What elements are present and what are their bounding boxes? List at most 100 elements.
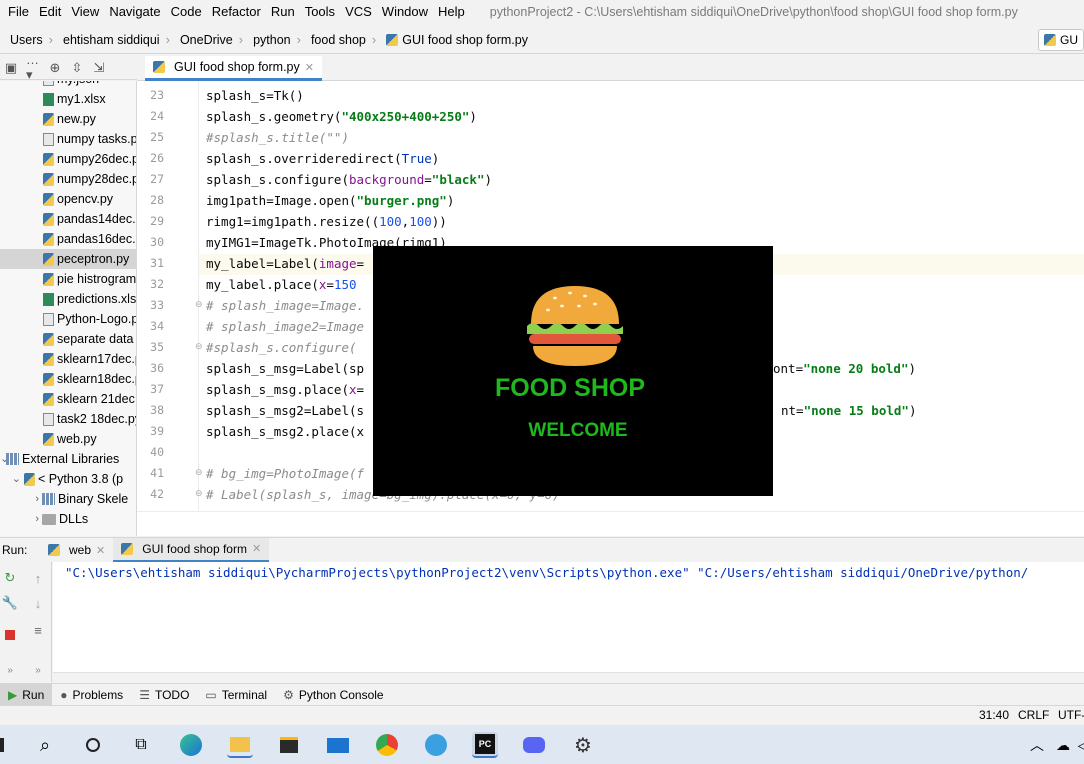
edge-browser-icon[interactable] [178, 732, 204, 758]
problems-tool-button[interactable]: ● Problems [52, 684, 131, 706]
close-icon[interactable]: ✕ [252, 542, 261, 555]
tree-item[interactable]: sklearn17dec.py [0, 349, 136, 369]
breadcrumb-item[interactable]: GUI food shop form.py [376, 33, 528, 47]
line-number: 36 [150, 361, 164, 375]
menu-file[interactable]: File [3, 0, 34, 24]
breadcrumb-item[interactable]: Users › [0, 32, 53, 47]
menu-run[interactable]: Run [266, 0, 300, 24]
tree-item[interactable]: numpy26dec.py [0, 149, 136, 169]
down-arrow-icon[interactable]: ↓ [30, 595, 46, 611]
rerun-icon[interactable]: ↻ [2, 570, 18, 586]
task-view-icon[interactable]: ⧉ [128, 732, 154, 758]
tree-item[interactable]: web.py [0, 429, 97, 449]
breadcrumb-item[interactable]: ehtisham siddiqui › [53, 32, 170, 47]
tree-item[interactable]: peceptron.py [0, 249, 136, 269]
run-console[interactable]: "C:\Users\ehtisham siddiqui\PycharmProje… [53, 562, 1084, 672]
tree-item[interactable]: predictions.xlsx [0, 289, 136, 309]
discord-icon[interactable] [521, 732, 547, 758]
todo-tool-button[interactable]: ☰ TODO [131, 684, 197, 706]
fold-icon[interactable]: ⊖ [195, 341, 203, 352]
breadcrumb-item[interactable]: python › [243, 32, 301, 47]
caret-position[interactable]: 31:40 [979, 708, 1009, 722]
tree-item[interactable]: Python-Logo.p [0, 309, 136, 329]
collapse-all-icon[interactable]: ⇲ [92, 60, 106, 75]
line-number-gutter: 23 24 25 26 27 28 29 30 31 32 33 34 35 36 37 38 39 40 41 42… [137, 81, 203, 511]
tree-item[interactable]: my1.xlsx [0, 89, 106, 109]
menu-window[interactable]: Window [377, 0, 433, 24]
view-mode-dropdown-icon[interactable]: …▾ [26, 52, 40, 82]
tree-item[interactable]: separate data u [0, 329, 136, 349]
menu-tools[interactable]: Tools [300, 0, 340, 24]
tree-item[interactable]: pandas14dec.py [0, 209, 136, 229]
tree-item[interactable]: ⌄ < Python 3.8 (p [0, 469, 123, 489]
more-icon[interactable]: » [30, 662, 46, 678]
fold-icon[interactable]: ⊖ [195, 488, 203, 499]
project-view-icon[interactable]: ▣ [4, 60, 18, 75]
line-separator[interactable]: CRLF [1018, 708, 1049, 722]
settings-gear-icon[interactable]: ⚙ [570, 732, 596, 758]
menu-refactor[interactable]: Refactor [207, 0, 266, 24]
terminal-tool-button[interactable]: ▭ Terminal [197, 684, 275, 706]
wrench-icon[interactable]: 🔧 [2, 595, 18, 611]
tree-item[interactable]: numpy tasks.py [0, 129, 137, 149]
code-line: splash_s_msg.place(x= [206, 382, 365, 397]
breadcrumb-item[interactable]: food shop › [301, 32, 376, 47]
browser-icon[interactable] [423, 732, 449, 758]
close-icon[interactable]: ✕ [96, 544, 105, 557]
tree-item[interactable]: task2 18dec.py [0, 409, 136, 429]
python-console-tool-button[interactable]: ⚙ Python Console [275, 684, 392, 706]
line-number: 42 [150, 487, 164, 501]
file-explorer-icon[interactable] [227, 732, 253, 758]
close-icon[interactable]: ✕ [305, 61, 314, 74]
expand-all-icon[interactable]: ⇳ [70, 60, 84, 75]
up-arrow-icon[interactable]: ↑ [30, 570, 46, 586]
run-tab-gui-food-shop-form[interactable]: GUI food shop form ✕ [113, 537, 270, 563]
tree-item[interactable]: numpy28dec.py [0, 169, 136, 189]
tree-item[interactable]: new.py [0, 109, 96, 129]
run-tool-button[interactable]: ▶ Run [0, 683, 53, 706]
tree-item[interactable]: my.json [0, 81, 99, 89]
tree-item[interactable]: ⌄ External Libraries [0, 449, 119, 469]
line-number: 37 [150, 382, 164, 396]
menu-edit[interactable]: Edit [34, 0, 66, 24]
stop-icon[interactable] [2, 627, 18, 643]
chevron-up-icon[interactable]: ︿ [1024, 732, 1050, 758]
tree-item[interactable]: › DLLs [0, 509, 88, 529]
run-panel-label: Run: [2, 543, 28, 557]
cortana-icon[interactable] [80, 732, 106, 758]
menu-help[interactable]: Help [433, 0, 470, 24]
windows-start-icon[interactable] [0, 732, 14, 758]
editor-tab-gui-food-shop[interactable]: GUI food shop form.py ✕ [145, 56, 322, 81]
tree-item[interactable]: sklearn18dec.py [0, 369, 136, 389]
console-horizontal-scrollbar[interactable] [53, 672, 1084, 682]
search-icon[interactable]: ⌕ [32, 732, 58, 758]
menu-navigate[interactable]: Navigate [104, 0, 165, 24]
soft-wrap-icon[interactable]: ≡ [30, 622, 46, 638]
splash-title: FOOD SHOP [494, 374, 645, 402]
more-icon[interactable]: » [2, 662, 18, 678]
tree-item[interactable]: › Binary Skele [0, 489, 128, 509]
menu-vcs[interactable]: VCS [340, 0, 377, 24]
tree-item[interactable]: opencv.py [0, 189, 113, 209]
store-icon[interactable] [276, 732, 302, 758]
code-line: splash_s_msg2=Label(s [206, 403, 365, 418]
menu-view[interactable]: View [66, 0, 104, 24]
menu-code[interactable]: Code [166, 0, 207, 24]
editor-horizontal-scrollbar[interactable] [137, 511, 1084, 536]
fold-icon[interactable]: ⊖ [195, 299, 203, 310]
tree-item[interactable]: pie histrogram2 [0, 269, 136, 289]
tree-item-label: numpy tasks.py [57, 132, 137, 146]
file-encoding[interactable]: UTF- [1058, 708, 1084, 722]
fold-icon[interactable]: ⊖ [195, 467, 203, 478]
run-configuration-selector[interactable]: GU [1038, 29, 1084, 51]
tree-item[interactable]: pandas16dec.py [0, 229, 136, 249]
run-tab-web[interactable]: web ✕ [40, 538, 113, 563]
mail-icon[interactable] [325, 732, 351, 758]
breadcrumb-item[interactable]: OneDrive › [170, 32, 243, 47]
line-number: 24 [150, 109, 164, 123]
tree-item[interactable]: sklearn 21dec.p [0, 389, 136, 409]
chrome-icon[interactable] [374, 732, 400, 758]
locate-file-icon[interactable]: ⊕ [48, 60, 62, 75]
pycharm-icon[interactable]: PC [472, 732, 498, 758]
volume-icon[interactable]: ◁ [1070, 732, 1084, 758]
